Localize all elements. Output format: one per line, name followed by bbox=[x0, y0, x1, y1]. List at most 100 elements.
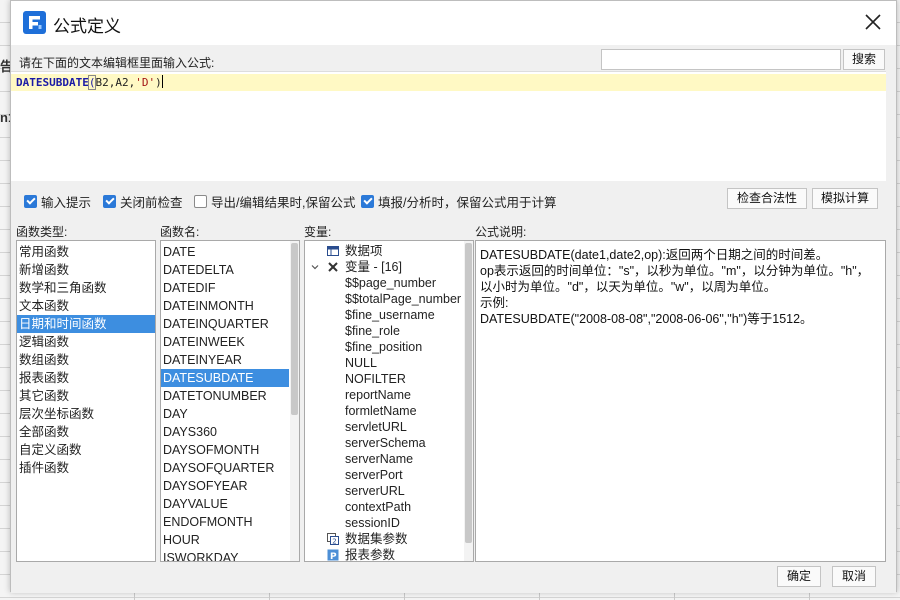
checkbox-label: 导出/编辑结果时,保留公式 bbox=[211, 196, 356, 210]
svg-text:P: P bbox=[330, 552, 337, 561]
tree-variable-item[interactable]: serverURL bbox=[305, 483, 473, 499]
tree-variable-item[interactable]: $$page_number bbox=[305, 275, 473, 291]
category-item[interactable]: 插件函数 bbox=[17, 459, 155, 477]
category-item[interactable]: 其它函数 bbox=[17, 387, 155, 405]
function-list-scrollbar[interactable] bbox=[290, 241, 299, 561]
formula-line[interactable]: DATESUBDATE(B2,A2,'D') bbox=[11, 74, 886, 91]
function-item[interactable]: DAYS360 bbox=[161, 423, 289, 441]
category-item[interactable]: 常用函数 bbox=[17, 243, 155, 261]
tree-item-label: $$totalPage_number bbox=[345, 292, 462, 306]
category-item[interactable]: 数组函数 bbox=[17, 351, 155, 369]
tree-variable-item[interactable]: $$totalPage_number bbox=[305, 291, 473, 307]
tree-variable-item[interactable]: $fine_username bbox=[305, 307, 473, 323]
dataset-icon: 2 bbox=[327, 533, 339, 546]
category-item[interactable]: 自定义函数 bbox=[17, 441, 155, 459]
formula-editor[interactable]: DATESUBDATE(B2,A2,'D') bbox=[11, 71, 886, 181]
tree-item-label: 数据集参数 bbox=[345, 532, 408, 546]
cancel-button[interactable]: 取消 bbox=[832, 566, 876, 587]
tree-data-item[interactable]: 数据项 bbox=[305, 243, 473, 259]
category-item[interactable]: 新增函数 bbox=[17, 261, 155, 279]
tree-variable-item[interactable]: serverPort bbox=[305, 467, 473, 483]
checkbox-box[interactable] bbox=[24, 195, 37, 208]
function-item[interactable]: DAY bbox=[161, 405, 289, 423]
tree-variable-group[interactable]: 变量 - [16] bbox=[305, 259, 473, 275]
tree-variable-item[interactable]: servletURL bbox=[305, 419, 473, 435]
variable-tree-scrollbar[interactable] bbox=[464, 241, 473, 561]
checkbox-box[interactable] bbox=[103, 195, 116, 208]
function-item[interactable]: DATEINMONTH bbox=[161, 297, 289, 315]
description-line: 示例: bbox=[480, 296, 509, 310]
keep-formula-fill-checkbox[interactable]: 填报/分析时，保留公式用于计算 bbox=[361, 192, 556, 211]
tree-variable-item[interactable]: NOFILTER bbox=[305, 371, 473, 387]
function-item[interactable]: DATEINQUARTER bbox=[161, 315, 289, 333]
description-line: op表示返回的时间单位："s"，以秒为单位。"m"，以分钟为单位。"h"，以小时… bbox=[480, 264, 870, 294]
checkbox-box[interactable] bbox=[194, 195, 207, 208]
tree-item-label: 报表参数 bbox=[345, 548, 396, 562]
search-input[interactable] bbox=[601, 49, 841, 70]
function-item[interactable]: DATEDIF bbox=[161, 279, 289, 297]
checkbox-label: 关闭前检查 bbox=[120, 196, 183, 210]
checkbox-box[interactable] bbox=[361, 195, 374, 208]
tree-item-label: 变量 - [16] bbox=[345, 260, 402, 274]
search-button[interactable]: 搜索 bbox=[843, 49, 885, 70]
function-item[interactable]: DATETONUMBER bbox=[161, 387, 289, 405]
function-item[interactable]: DATEDELTA bbox=[161, 261, 289, 279]
tree-variable-item[interactable]: contextPath bbox=[305, 499, 473, 515]
function-item[interactable]: DATEINYEAR bbox=[161, 351, 289, 369]
text-caret bbox=[161, 75, 163, 88]
check-validity-button[interactable]: 检查合法性 bbox=[727, 188, 807, 209]
category-item[interactable]: 逻辑函数 bbox=[17, 333, 155, 351]
function-item[interactable]: DATEINWEEK bbox=[161, 333, 289, 351]
function-item[interactable]: DAYSOFMONTH bbox=[161, 441, 289, 459]
svg-text:2: 2 bbox=[332, 538, 336, 545]
function-item[interactable]: HOUR bbox=[161, 531, 289, 549]
category-list[interactable]: 常用函数 新增函数 数学和三角函数 文本函数 日期和时间函数 逻辑函数 数组函数 报表函数 其它… bbox=[16, 240, 156, 562]
input-hint-checkbox[interactable]: 输入提示 bbox=[24, 192, 91, 211]
formula-string-arg: 'D' bbox=[135, 76, 156, 89]
scroll-thumb[interactable] bbox=[291, 243, 298, 415]
function-item[interactable]: DATESUBDATE bbox=[161, 369, 289, 387]
function-item[interactable]: DATE bbox=[161, 243, 289, 261]
prompt-label: 请在下面的文本编辑框里面输入公式: bbox=[19, 56, 215, 70]
function-item[interactable]: DAYVALUE bbox=[161, 495, 289, 513]
function-item[interactable]: DAYSOFYEAR bbox=[161, 477, 289, 495]
category-item[interactable]: 数学和三角函数 bbox=[17, 279, 155, 297]
close-icon[interactable] bbox=[862, 11, 884, 33]
category-item[interactable]: 层次坐标函数 bbox=[17, 405, 155, 423]
tree-item-label: sessionID bbox=[345, 516, 400, 530]
tree-variable-item[interactable]: NULL bbox=[305, 355, 473, 371]
tree-variable-item[interactable]: serverName bbox=[305, 451, 473, 467]
category-item[interactable]: 文本函数 bbox=[17, 297, 155, 315]
simulate-calc-button[interactable]: 模拟计算 bbox=[812, 188, 878, 209]
ok-button[interactable]: 确定 bbox=[777, 566, 821, 587]
tree-report-params[interactable]: P 报表参数 bbox=[305, 547, 473, 562]
scroll-thumb[interactable] bbox=[465, 243, 472, 543]
keep-formula-export-checkbox[interactable]: 导出/编辑结果时,保留公式 bbox=[194, 192, 355, 211]
category-item[interactable]: 报表函数 bbox=[17, 369, 155, 387]
tree-variable-item[interactable]: sessionID bbox=[305, 515, 473, 531]
tree-dataset-params[interactable]: 2 数据集参数 bbox=[305, 531, 473, 547]
function-list[interactable]: DATE DATEDELTA DATEDIF DATEINMONTH DATEINQUA… bbox=[160, 240, 300, 562]
tree-item-label: NULL bbox=[345, 356, 377, 370]
tree-variable-item[interactable]: formletName bbox=[305, 403, 473, 419]
formula-close-paren: ) bbox=[155, 76, 162, 89]
tree-variable-item[interactable]: $fine_role bbox=[305, 323, 473, 339]
formula-dialog: 公式定义 请在下面的文本编辑框里面输入公式: 搜索 DATESUBDATE(B2… bbox=[10, 0, 897, 593]
table-icon bbox=[327, 245, 339, 257]
tree-item-label: $fine_role bbox=[345, 324, 400, 338]
tree-variable-item[interactable]: $fine_position bbox=[305, 339, 473, 355]
tree-variable-item[interactable]: serverSchema bbox=[305, 435, 473, 451]
description-panel: DATESUBDATE(date1,date2,op):返回两个日期之间的时间差… bbox=[475, 240, 886, 562]
category-item[interactable]: 全部函数 bbox=[17, 423, 155, 441]
function-item[interactable]: ISWORKDAY bbox=[161, 549, 289, 561]
description-line: DATESUBDATE("2008-08-08","2008-06-06","h… bbox=[480, 312, 813, 326]
check-before-close-checkbox[interactable]: 关闭前检查 bbox=[103, 192, 183, 211]
function-item[interactable]: DAYSOFQUARTER bbox=[161, 459, 289, 477]
tree-variable-item[interactable]: reportName bbox=[305, 387, 473, 403]
tree-item-label: serverSchema bbox=[345, 436, 426, 450]
variable-tree[interactable]: 数据项 变量 - [16] $$page_number $$totalPage_num… bbox=[304, 240, 474, 562]
chevron-down-icon[interactable] bbox=[309, 261, 321, 273]
function-item[interactable]: ENDOFMONTH bbox=[161, 513, 289, 531]
category-item[interactable]: 日期和时间函数 bbox=[17, 315, 155, 333]
checkbox-label: 输入提示 bbox=[41, 196, 92, 210]
